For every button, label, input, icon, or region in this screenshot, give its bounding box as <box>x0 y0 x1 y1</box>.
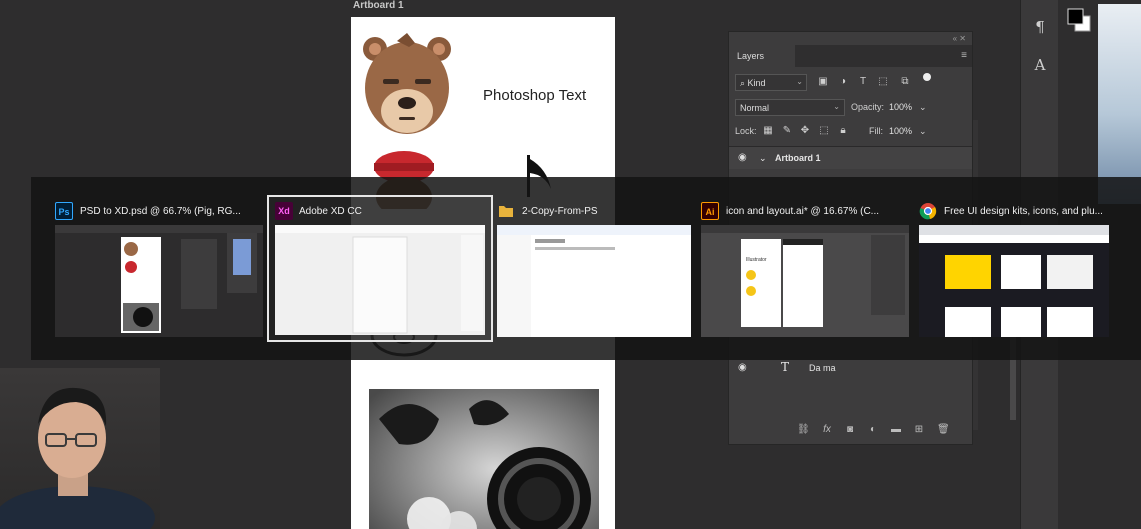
window-thumbnail: Illustrator <box>701 225 909 337</box>
new-group-folder-icon[interactable]: ▬ <box>890 424 902 436</box>
illustrator-brand-text: Illustrator <box>746 257 767 263</box>
chrome-thumbnail-graphic <box>919 225 1109 337</box>
blend-mode-select[interactable]: Normal ⌄ <box>735 99 845 116</box>
visibility-eye-icon[interactable]: ◉ <box>738 362 750 374</box>
fill-value[interactable]: 100% <box>889 126 912 136</box>
layer-name[interactable]: Artboard 1 <box>775 153 821 163</box>
kind-filter-value: Kind <box>747 78 766 88</box>
window-thumbnail <box>275 225 485 337</box>
task-switcher-overlay: Ps PSD to XD.psd @ 66.7% (Pig, RG... Xd … <box>31 177 1141 360</box>
lock-label: Lock: <box>735 126 757 136</box>
folder-icon <box>499 206 513 217</box>
glyphs-panel-icon[interactable]: A <box>1030 56 1050 76</box>
layers-panel-tabbar: Layers ≡ <box>729 45 972 67</box>
link-layers-icon[interactable]: ⛓ <box>797 424 810 436</box>
shape-filter-icon[interactable]: ⬚ <box>877 76 889 88</box>
photoshop-app-icon: Ps <box>55 202 73 220</box>
smart-object-filter-icon[interactable]: ⧉ <box>899 76 911 88</box>
tile-header: Xd Adobe XD CC <box>269 197 491 225</box>
search-icon: ⌕ <box>740 78 748 88</box>
window-thumbnail <box>55 225 263 337</box>
lock-position-icon[interactable]: ✥ <box>799 125 811 137</box>
adobe-xd-thumbnail-graphic <box>275 225 485 335</box>
illustrator-app-icon: Ai <box>701 202 719 220</box>
illustrator-thumbnail-graphic <box>701 225 909 337</box>
fill-label: Fill: <box>869 126 883 136</box>
window-title: Free UI design kits, icons, and plu... <box>944 206 1103 217</box>
foreground-background-color-icon[interactable] <box>1066 6 1092 34</box>
panel-menu-icon[interactable]: ≡ <box>961 50 967 61</box>
artboard-label[interactable]: Artboard 1 <box>353 0 404 11</box>
tab-layers[interactable]: Layers <box>729 45 795 67</box>
chevron-down-icon[interactable]: ⌄ <box>919 102 927 113</box>
expand-chevron-icon[interactable]: ⌄ <box>759 153 767 164</box>
window-title: icon and layout.ai* @ 16.67% (C... <box>726 206 880 217</box>
filter-toggle-icon[interactable] <box>923 73 931 81</box>
trash-icon[interactable]: 🗑︎ <box>937 424 950 436</box>
file-explorer-thumbnail-graphic <box>497 225 691 337</box>
lock-artboard-icon[interactable]: ⬚ <box>818 125 830 137</box>
visibility-eye-icon[interactable]: ◉ <box>738 152 750 164</box>
tile-header: 2-Copy-From-PS <box>497 197 691 225</box>
type-filter-icon[interactable]: T <box>857 76 869 88</box>
photoshop-workspace: Artboard 1 Photoshop Text ¶ A « ✕ Layers… <box>0 0 1141 529</box>
adjustment-filter-icon[interactable]: ◑ <box>837 76 849 88</box>
chrome-icon <box>919 203 937 220</box>
chevron-down-icon[interactable]: ⌄ <box>919 126 927 137</box>
window-tile-chrome[interactable]: Free UI design kits, icons, and plu... <box>919 197 1109 340</box>
add-mask-icon[interactable]: ◙ <box>844 424 856 436</box>
layer-filter-row: ⌕ Kind ⌄ ▣ ◑ T ⬚ ⧉ <box>729 73 972 93</box>
artboard-photoshop-text[interactable]: Photoshop Text <box>483 87 586 104</box>
layer-style-fx-icon[interactable]: fx <box>821 424 833 436</box>
layer-name[interactable]: Da ma <box>809 363 836 373</box>
character-panel-icon[interactable]: ¶ <box>1030 18 1050 38</box>
photoshop-thumbnail-graphic <box>55 225 263 337</box>
collapse-panel-icon[interactable]: « ✕ <box>953 34 966 43</box>
bear-illustration <box>363 33 451 134</box>
window-tile-photoshop[interactable]: Ps PSD to XD.psd @ 66.7% (Pig, RG... <box>55 197 263 340</box>
window-tile-illustrator[interactable]: Ai icon and layout.ai* @ 16.67% (C... Il… <box>701 197 909 340</box>
color-gradient-preview[interactable] <box>1098 4 1141 204</box>
lock-transparent-icon[interactable]: ▦ <box>762 125 774 137</box>
blend-opacity-row: Normal ⌄ Opacity: 100% ⌄ <box>729 98 972 118</box>
window-title: Adobe XD CC <box>299 206 362 217</box>
tile-header: Ps PSD to XD.psd @ 66.7% (Pig, RG... <box>55 197 263 225</box>
webcam-video-feed <box>0 368 160 529</box>
window-title: PSD to XD.psd @ 66.7% (Pig, RG... <box>80 206 241 217</box>
presenter-graphic <box>0 387 155 529</box>
floral-pattern-illustration <box>369 389 599 529</box>
chevron-down-icon: ⌄ <box>796 77 803 86</box>
window-tile-adobe-xd[interactable]: Xd Adobe XD CC <box>267 195 493 342</box>
adjustment-layer-icon[interactable]: ◐ <box>867 424 879 436</box>
layer-row-text[interactable]: ◉ T Da ma <box>729 357 972 379</box>
tile-header: Free UI design kits, icons, and plu... <box>919 197 1109 225</box>
type-layer-icon: T <box>781 360 790 374</box>
layers-bottom-toolbar: ⛓ fx ◙ ◐ ▬ ⊞ 🗑︎ <box>729 422 972 440</box>
opacity-value[interactable]: 100% <box>889 102 912 112</box>
lock-all-icon[interactable]: 🔒︎ <box>837 125 849 137</box>
window-thumbnail <box>497 225 691 337</box>
kind-filter-select[interactable]: ⌕ Kind ⌄ <box>735 74 807 91</box>
window-title: 2-Copy-From-PS <box>522 206 598 217</box>
tile-header: Ai icon and layout.ai* @ 16.67% (C... <box>701 197 909 225</box>
window-thumbnail <box>919 225 1109 337</box>
adobe-xd-app-icon: Xd <box>275 202 293 220</box>
chevron-down-icon: ⌄ <box>833 102 840 111</box>
lock-fill-row: Lock: ▦ ✎ ✥ ⬚ 🔒︎ Fill: 100% ⌄ <box>729 122 972 142</box>
layer-row-artboard[interactable]: ◉ ⌄ Artboard 1 <box>729 147 972 169</box>
pixel-filter-icon[interactable]: ▣ <box>817 76 829 88</box>
blend-mode-value: Normal <box>740 103 770 113</box>
window-tile-file-explorer[interactable]: 2-Copy-From-PS <box>497 197 691 340</box>
opacity-label: Opacity: <box>851 102 885 112</box>
lock-paint-icon[interactable]: ✎ <box>781 125 793 137</box>
new-layer-icon[interactable]: ⊞ <box>913 424 925 436</box>
